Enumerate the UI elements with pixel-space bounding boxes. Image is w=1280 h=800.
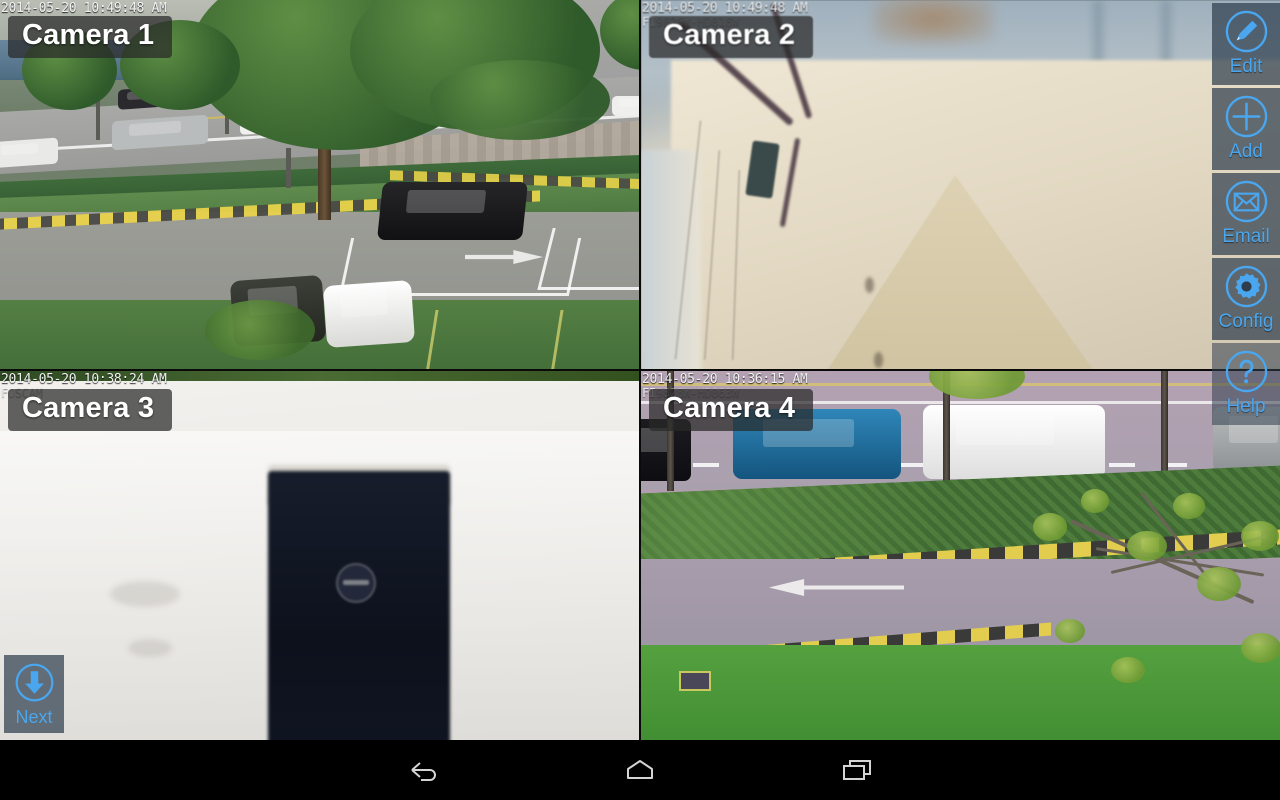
video-feed-3: 2014-05-20 10:38:24 AM FOSCAM Camera 3 [0, 371, 639, 740]
help-label: Help [1226, 396, 1266, 417]
back-arrow-icon [411, 762, 436, 781]
camera-pane-2[interactable]: 2014-05-20 10:49:48 AM FI9826W-HD818W Ca… [641, 0, 1280, 369]
timestamp-4: 2014-05-20 10:36:15 AM [642, 372, 808, 387]
recent-apps-icon [843, 760, 871, 780]
email-label: Email [1222, 226, 1270, 247]
help-button[interactable]: Help [1212, 343, 1280, 425]
video-feed-2: 2014-05-20 10:49:48 AM FI9826W-HD818W Ca… [641, 0, 1280, 369]
gear-icon [1225, 265, 1267, 308]
nav-back-button[interactable] [365, 740, 485, 800]
camera-label-1: Camera 1 [8, 16, 173, 59]
camera-pane-4[interactable]: 2014-05-20 10:36:15 AM FI9828W-HD063W Ca… [641, 371, 1280, 740]
camera-pane-1[interactable]: 2014-05-20 10:49:48 AM Camera 1 [0, 0, 639, 369]
camera-label-4: Camera 4 [649, 389, 814, 432]
osd-overlay-1: 2014-05-20 10:49:48 AM [1, 2, 167, 16]
timestamp-2: 2014-05-20 10:49:48 AM [642, 1, 808, 16]
camera-label-2: Camera 2 [649, 16, 814, 59]
android-navigation-bar [0, 740, 1280, 800]
envelope-icon [1225, 180, 1267, 223]
timestamp-1: 2014-05-20 10:49:48 AM [1, 1, 167, 16]
config-button[interactable]: Config [1212, 258, 1280, 340]
app-root: 2014-05-20 10:49:48 AM Camera 1 2014-05-… [0, 0, 1280, 800]
video-feed-4: 2014-05-20 10:36:15 AM FI9828W-HD063W Ca… [641, 371, 1280, 740]
video-feed-1: 2014-05-20 10:49:48 AM Camera 1 [0, 0, 639, 369]
home-icon [627, 760, 653, 779]
plus-icon [1225, 95, 1267, 138]
nav-recents-button[interactable] [797, 740, 917, 800]
next-label: Next [15, 707, 53, 727]
config-label: Config [1218, 311, 1274, 332]
edit-label: Edit [1229, 56, 1263, 77]
tool-sidebar: Edit Add Email Config Help [1212, 0, 1280, 740]
edit-button[interactable]: Edit [1212, 3, 1280, 85]
camera-pane-3[interactable]: 2014-05-20 10:38:24 AM FOSCAM Camera 3 [0, 371, 639, 740]
add-button[interactable]: Add [1212, 88, 1280, 170]
email-button[interactable]: Email [1212, 173, 1280, 255]
camera-grid: 2014-05-20 10:49:48 AM Camera 1 2014-05-… [0, 0, 1280, 740]
camera-label-3: Camera 3 [8, 389, 173, 432]
next-button[interactable]: Next [4, 655, 64, 733]
arrow-down-icon [15, 663, 53, 702]
add-label: Add [1229, 141, 1263, 162]
nav-home-button[interactable] [580, 740, 700, 800]
pencil-icon [1225, 10, 1267, 53]
timestamp-3: 2014-05-20 10:38:24 AM [1, 372, 167, 387]
question-mark-icon [1225, 350, 1267, 393]
